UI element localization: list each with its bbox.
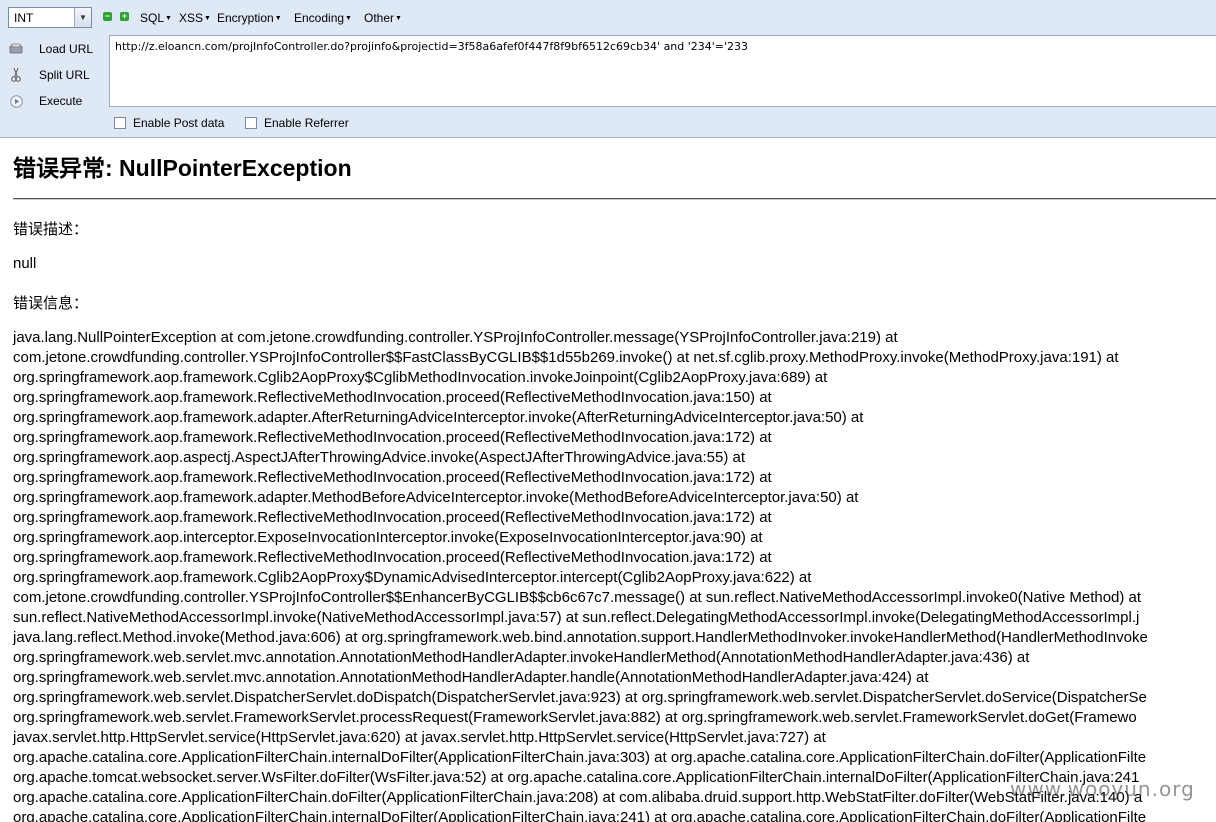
stack-line: java.lang.reflect.Method.invoke(Method.j…: [13, 629, 1148, 646]
stack-line: java.lang.NullPointerException at com.je…: [13, 329, 898, 346]
execute-label: Execute: [39, 94, 83, 108]
stack-line: org.apache.catalina.core.ApplicationFilt…: [13, 809, 1147, 822]
menu-other[interactable]: Other▼: [364, 11, 402, 25]
decrease-button[interactable]: −: [103, 12, 112, 21]
caret-down-icon: ▼: [345, 15, 352, 22]
enable-post-data-checkbox[interactable]: [114, 117, 126, 129]
hackbar-toolbar: INT ▼ − + SQL▼ XSS▼ Encryption▼ Encoding…: [0, 0, 1216, 138]
stack-line: org.springframework.aop.aspectj.AspectJA…: [13, 449, 745, 466]
page-content: 错误异常: NullPointerException 错误描述： null 错误…: [0, 138, 1216, 822]
watermark: www.wooyun.org: [1010, 777, 1195, 801]
load-url-button[interactable]: Load URL: [0, 39, 108, 61]
stack-line: org.apache.catalina.core.ApplicationFilt…: [13, 749, 1147, 766]
caret-down-icon: ▼: [274, 15, 282, 22]
menu-encryption-label: Encryption: [217, 11, 274, 25]
enable-post-data-label: Enable Post data: [133, 116, 225, 130]
caret-down-icon: ▼: [395, 15, 402, 22]
stack-line: org.apache.tomcat.websocket.server.WsFil…: [13, 769, 1140, 786]
stack-line: com.jetone.crowdfunding.controller.YSPro…: [13, 589, 1142, 606]
stack-line: org.springframework.web.servlet.Framewor…: [13, 709, 1137, 726]
menu-sql[interactable]: SQL▼: [140, 11, 172, 25]
menu-other-label: Other: [364, 11, 395, 25]
error-description-value: null: [13, 255, 37, 272]
execute-button[interactable]: Execute: [0, 91, 108, 113]
menu-xss[interactable]: XSS▼: [179, 11, 211, 25]
hackbar-topbar: INT ▼ − + SQL▼ XSS▼ Encryption▼ Encoding…: [0, 0, 1216, 36]
enable-referrer-label: Enable Referrer: [264, 116, 349, 130]
menu-encoding-label: Encoding: [294, 11, 345, 25]
stack-line: org.springframework.aop.framework.adapte…: [13, 409, 864, 426]
stack-line: org.springframework.web.servlet.mvc.anno…: [13, 669, 929, 686]
stack-line: org.apache.catalina.core.ApplicationFilt…: [13, 789, 1143, 806]
increase-button[interactable]: +: [120, 12, 129, 21]
error-info-label: 错误信息：: [13, 295, 89, 312]
stack-line: com.jetone.crowdfunding.controller.YSPro…: [13, 349, 1119, 366]
stack-line: org.springframework.web.servlet.mvc.anno…: [13, 649, 1030, 666]
page-title: 错误异常: NullPointerException: [13, 155, 352, 181]
execute-icon: [9, 94, 23, 108]
url-input[interactable]: http://z.eloancn.com/projInfoController.…: [109, 35, 1216, 107]
stack-line: javax.servlet.http.HttpServlet.service(H…: [13, 729, 826, 746]
stack-line: org.springframework.web.servlet.Dispatch…: [13, 689, 1147, 706]
injection-type-select[interactable]: INT ▼: [8, 7, 92, 28]
load-url-label: Load URL: [39, 42, 94, 56]
stack-line: org.springframework.aop.framework.Reflec…: [13, 469, 772, 486]
stack-trace: java.lang.NullPointerException at com.je…: [13, 328, 1148, 822]
stack-line: org.springframework.aop.framework.Reflec…: [13, 429, 772, 446]
menu-sql-label: SQL: [140, 11, 165, 25]
chevron-down-icon[interactable]: ▼: [74, 8, 91, 27]
stack-line: org.springframework.aop.framework.adapte…: [13, 489, 859, 506]
stack-line: sun.reflect.NativeMethodAccessorImpl.inv…: [13, 609, 1140, 626]
stack-line: org.springframework.aop.framework.Cglib2…: [13, 369, 828, 386]
caret-down-icon: ▼: [204, 15, 211, 22]
stack-line: org.springframework.aop.framework.Reflec…: [13, 509, 772, 526]
stack-line: org.springframework.aop.framework.Reflec…: [13, 389, 772, 406]
split-url-button[interactable]: Split URL: [0, 65, 108, 87]
enable-referrer-checkbox[interactable]: [245, 117, 257, 129]
menu-xss-label: XSS: [179, 11, 204, 25]
stack-line: org.springframework.aop.interceptor.Expo…: [13, 529, 763, 546]
load-url-icon: [9, 42, 23, 56]
split-url-label: Split URL: [39, 68, 90, 82]
injection-type-value: INT: [14, 11, 34, 25]
stack-line: org.springframework.aop.framework.Cglib2…: [13, 569, 812, 586]
error-description-label: 错误描述：: [13, 221, 89, 238]
scissors-icon: [9, 67, 23, 82]
stack-line: org.springframework.aop.framework.Reflec…: [13, 549, 772, 566]
menu-encryption[interactable]: Encryption▼: [217, 11, 282, 25]
divider: [13, 198, 1216, 200]
caret-down-icon: ▼: [165, 15, 172, 22]
menu-encoding[interactable]: Encoding▼: [294, 11, 352, 25]
